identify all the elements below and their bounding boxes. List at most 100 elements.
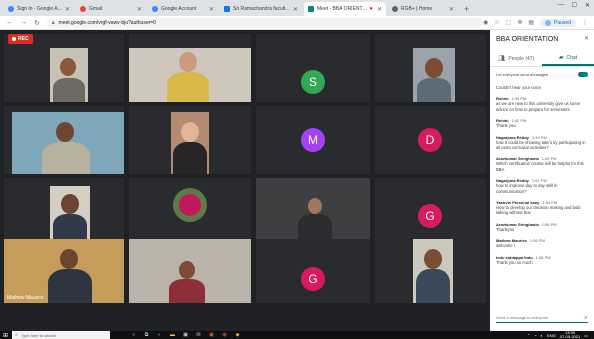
tab-title: Meet - BBA ORIENTATION — [317, 6, 369, 12]
tab-sign-in[interactable]: Sign In - Google Accounts ✕ — [4, 2, 74, 16]
star-icon[interactable]: ☆ — [494, 19, 499, 26]
mail-icon[interactable]: ✉ — [195, 332, 202, 338]
cortana-icon[interactable]: ○ — [130, 332, 137, 338]
maximize-icon[interactable]: ☐ — [572, 2, 577, 9]
participant-tile[interactable]: Mathew Maurice — [4, 239, 124, 303]
participant-avatar: G — [301, 267, 325, 291]
tab-title: Sign In - Google Accounts — [17, 6, 63, 12]
new-tab-button[interactable]: + — [464, 2, 469, 16]
participant-name: Mathew Maurice — [7, 295, 44, 301]
participant-tile[interactable] — [129, 106, 251, 174]
participant-video — [50, 48, 88, 102]
close-tab-icon[interactable]: ✕ — [65, 6, 70, 13]
tab-meet[interactable]: Meet - BBA ORIENTATION ● ✕ — [304, 2, 386, 16]
tab-chat[interactable]: ▰ Chat — [542, 51, 594, 66]
network-icon[interactable]: ◔ — [534, 333, 536, 338]
paint-icon[interactable]: ◆ — [234, 332, 241, 338]
close-panel-icon[interactable]: ✕ — [584, 35, 589, 42]
face — [181, 122, 199, 142]
camera-icon[interactable]: ◉ — [483, 19, 488, 26]
close-tab-icon[interactable]: ✕ — [209, 6, 214, 13]
clock-date: 07-09-2021 — [559, 334, 581, 339]
site-icon — [392, 6, 398, 12]
send-permission-toggle[interactable] — [578, 72, 588, 77]
menu-dots-icon[interactable]: ⋮ — [582, 19, 588, 26]
profile-status: Paused — [554, 19, 571, 26]
minimize-icon[interactable]: — — [558, 2, 564, 9]
send-icon[interactable]: ➤ — [584, 315, 588, 321]
tab-people[interactable]: 👥︎ People (47) — [490, 51, 542, 66]
message-text: Which certification course will be helpf… — [496, 161, 584, 172]
body — [167, 72, 209, 102]
address-bar[interactable]: 🔒︎ meet.google.com/vrgf-vawv-bju?authuse… — [46, 17, 484, 28]
face — [56, 122, 74, 142]
participant-tile[interactable]: G — [375, 178, 486, 242]
store-icon[interactable]: ▣ — [182, 332, 189, 338]
tab-rgb-home[interactable]: RGB+ | Home ✕ — [388, 2, 458, 16]
body — [53, 214, 87, 242]
face — [308, 198, 322, 214]
clock[interactable]: 13:59 07-09-2021 — [560, 331, 580, 339]
participant-tile[interactable] — [256, 178, 370, 242]
volume-icon[interactable]: 🔈︎ — [541, 333, 543, 338]
participant-tile[interactable] — [4, 34, 124, 102]
chat-messages: Couldn't hear your voice Rohini 1:49 PM a… — [490, 79, 594, 301]
notifications-icon[interactable]: ▭ — [584, 333, 588, 338]
screen: Sign In - Google Accounts ✕ Gmail ✕ Goog… — [0, 0, 594, 339]
chrome-icon[interactable]: ◉ — [221, 332, 228, 338]
edge-icon[interactable]: ◐ — [156, 332, 163, 338]
people-tab-label: People (47) — [508, 55, 535, 62]
system-tray: ⌃ ◔ 🔈︎ ENG 13:59 07-09-2021 ▭ — [527, 331, 594, 339]
tab-sri-ramachandra[interactable]: Sri Ramachandra faculty of Engi... ✕ — [220, 2, 302, 16]
close-window-icon[interactable]: ✕ — [585, 2, 590, 9]
face — [179, 52, 197, 72]
participant-tile[interactable] — [4, 106, 124, 174]
puzzle-icon[interactable]: ✲ — [517, 19, 522, 26]
close-tab-icon[interactable]: ✕ — [293, 6, 298, 13]
participant-video — [129, 239, 251, 303]
chat-input[interactable] — [496, 315, 576, 320]
participant-video — [413, 239, 453, 303]
panel-tabs: 👥︎ People (47) ▰ Chat — [490, 51, 594, 67]
extension-icon[interactable]: ⬚ — [506, 19, 512, 26]
participant-tile[interactable]: S — [256, 34, 370, 102]
participant-tile[interactable] — [129, 34, 251, 102]
participant-tile[interactable] — [375, 239, 486, 303]
message-sender: Nagarjuna Reddy — [496, 134, 529, 140]
close-tab-icon[interactable]: ✕ — [137, 6, 142, 13]
chat-message: Mathew Maurice 1:56 PM welcome ! — [496, 238, 588, 248]
forward-arrow-icon[interactable]: → — [20, 19, 27, 26]
recording-badge: REC — [8, 34, 33, 44]
participant-tile[interactable]: M — [256, 106, 370, 174]
chat-panel: BBA ORIENTATION ✕ 👥︎ People (47) ▰ Chat … — [490, 30, 594, 331]
profile-avatar — [545, 19, 552, 26]
tab-search-icon[interactable]: ▤ — [528, 19, 534, 26]
file-explorer-icon[interactable]: ▬ — [169, 332, 176, 338]
face — [61, 194, 79, 214]
window-controls: — ☐ ✕ — [558, 2, 590, 9]
participant-tile[interactable] — [129, 239, 251, 303]
chat-message: Nagarjuna Reddy 1:49 PM how it could be s… — [496, 135, 588, 151]
office-icon[interactable]: ▣ — [208, 332, 215, 338]
send-permission-row: Let everyone send messages — [490, 67, 594, 79]
tab-title: Google Account — [161, 6, 197, 12]
language-indicator[interactable]: ENG — [547, 333, 556, 338]
reload-icon[interactable]: ↻ — [34, 19, 40, 27]
close-tab-icon[interactable]: ✕ — [377, 6, 382, 13]
participant-tile[interactable] — [129, 178, 251, 242]
task-view-icon[interactable]: ⧉ — [143, 332, 150, 338]
windows-start-icon[interactable]: ⊞ — [3, 332, 8, 339]
participant-tile[interactable] — [375, 34, 486, 102]
taskbar-search[interactable]: ⌕ Type here to search — [12, 331, 111, 339]
tab-google-account[interactable]: Google Account ✕ — [148, 2, 218, 16]
profile-button[interactable]: Paused — [540, 18, 576, 27]
tray-arrow-icon[interactable]: ⌃ — [527, 333, 530, 338]
participant-tile[interactable]: G — [256, 239, 370, 303]
tab-gmail[interactable]: Gmail ✕ — [76, 2, 146, 16]
participant-tile[interactable]: D — [375, 106, 486, 174]
back-arrow-icon[interactable]: ← — [6, 19, 13, 26]
participant-tile[interactable] — [4, 178, 124, 242]
close-tab-icon[interactable]: ✕ — [449, 6, 454, 13]
chat-message: Indu siddappa Indu 1:58 PM Thank you so m… — [496, 255, 588, 265]
participant-video — [171, 112, 209, 174]
